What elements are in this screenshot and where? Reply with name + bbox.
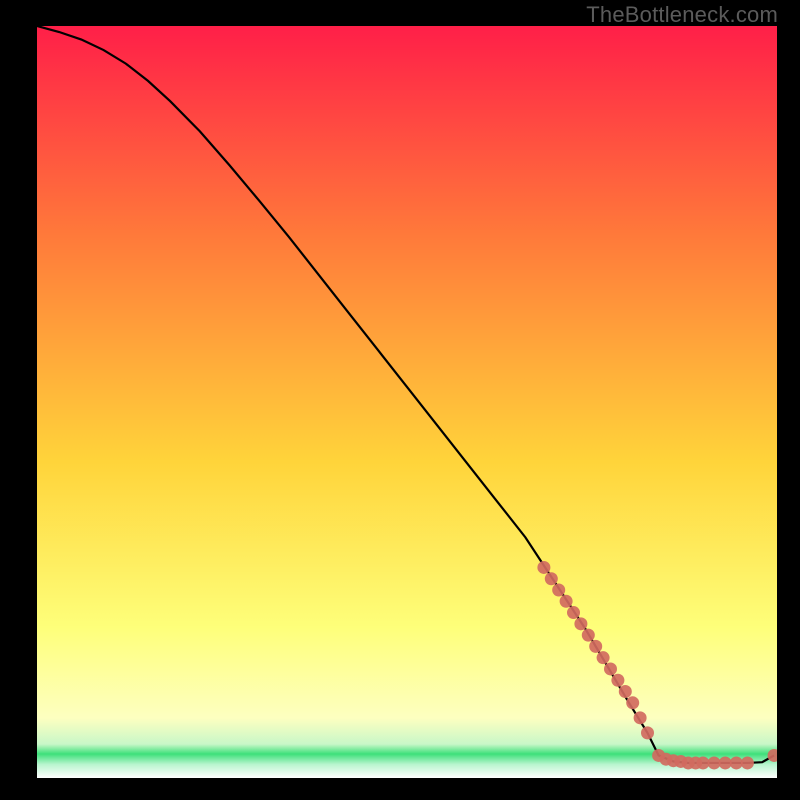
marker-point — [708, 756, 721, 769]
marker-point — [567, 606, 580, 619]
marker-point — [552, 584, 565, 597]
marker-point — [574, 617, 587, 630]
marker-point — [537, 561, 550, 574]
marker-point — [560, 595, 573, 608]
marker-point — [582, 629, 595, 642]
marker-point — [604, 662, 617, 675]
plot-area — [37, 26, 777, 778]
marker-point — [730, 756, 743, 769]
watermark-label: TheBottleneck.com — [586, 2, 778, 28]
marker-point — [611, 674, 624, 687]
marker-point — [697, 756, 710, 769]
gradient-background — [37, 26, 777, 778]
marker-point — [641, 726, 654, 739]
marker-point — [626, 696, 639, 709]
chart-frame: TheBottleneck.com — [0, 0, 800, 800]
marker-point — [741, 756, 754, 769]
marker-point — [589, 640, 602, 653]
marker-point — [634, 711, 647, 724]
marker-point — [597, 651, 610, 664]
marker-point — [545, 572, 558, 585]
marker-point — [719, 756, 732, 769]
marker-point — [619, 685, 632, 698]
chart-svg — [37, 26, 777, 778]
